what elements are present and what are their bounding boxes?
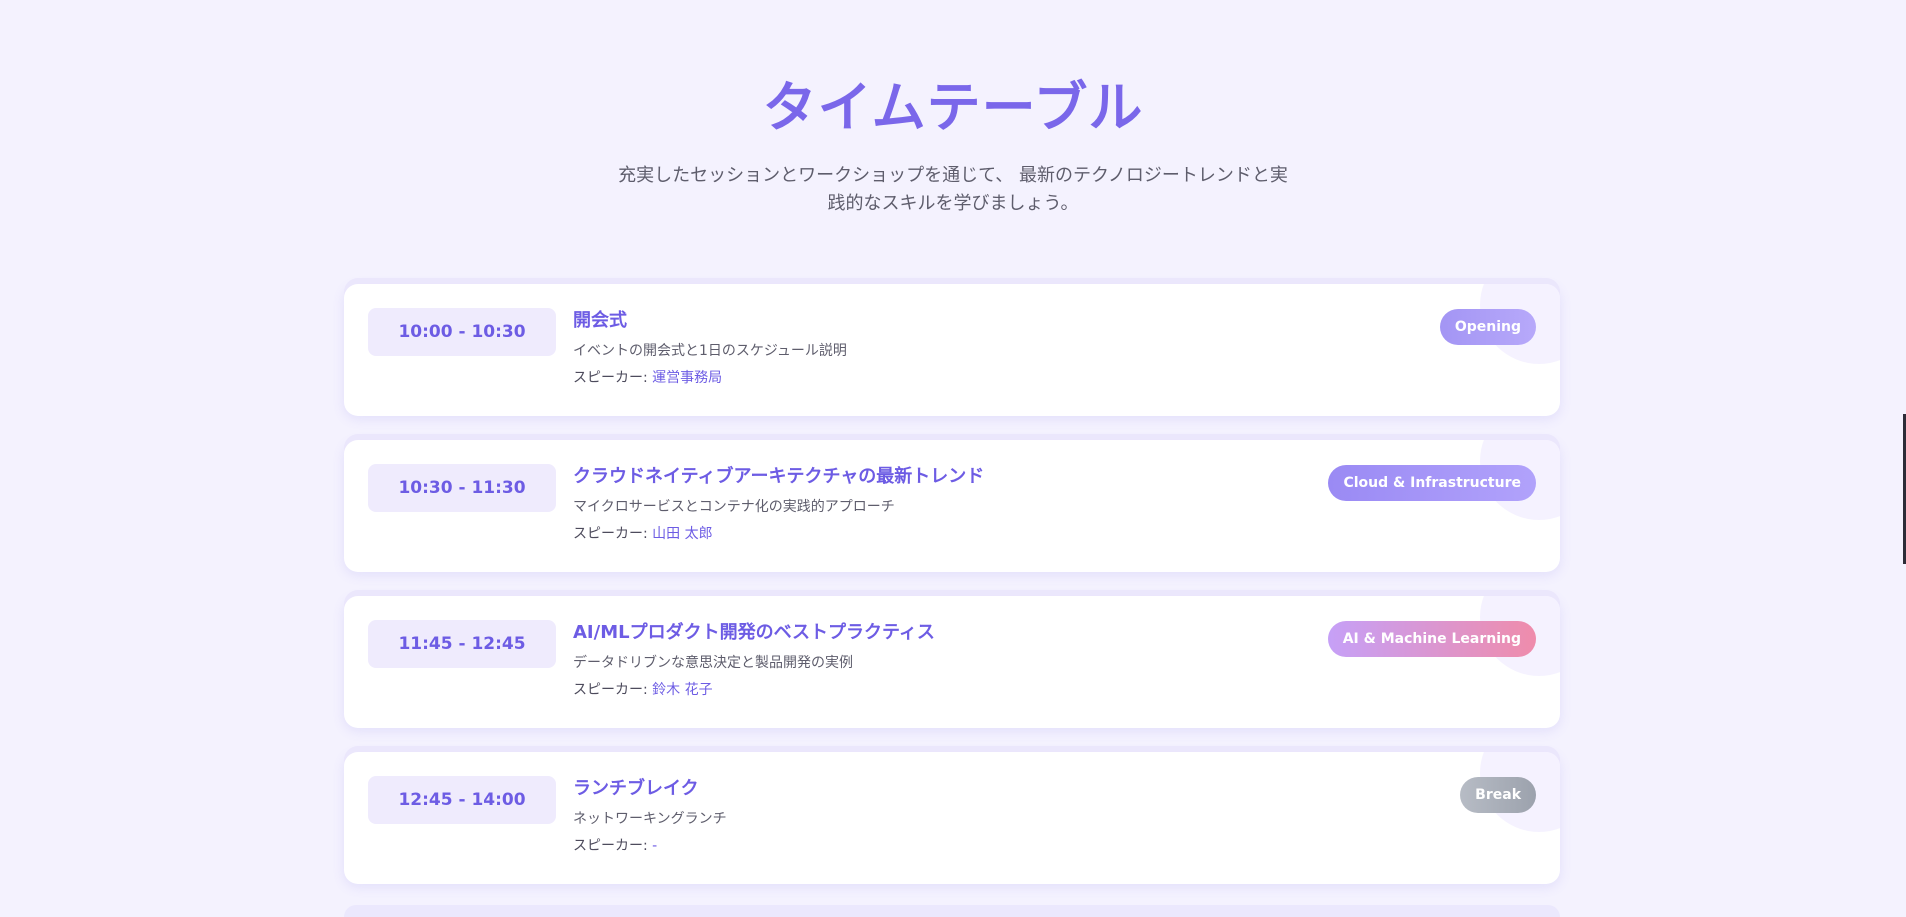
session-card-ai[interactable]: 11:45 - 12:45 AI/MLプロダクト開発のベストプラクティス データ… [344,596,1560,728]
session-title: ランチブレイク [573,778,699,799]
speaker-label: スピーカー: [573,838,653,854]
session-time: 10:30 - 11:30 [368,464,556,512]
session-description: イベントの開会式と1日のスケジュール説明 [573,343,847,359]
speaker-label: スピーカー: [573,370,653,386]
session-content: ランチブレイク ネットワーキングランチ スピーカー: - [573,775,1373,856]
session-content: クラウドネイティブアーキテクチャの最新トレンド マイクロサービスとコンテナ化の実… [573,463,1373,544]
schedule-list: 10:00 - 10:30 開会式 イベントの開会式と1日のスケジュール説明 ス… [344,284,1560,908]
session-card-cloud[interactable]: 10:30 - 11:30 クラウドネイティブアーキテクチャの最新トレンド マイ… [344,440,1560,572]
speaker-line: スピーカー: 鈴木 花子 [573,680,1373,700]
speaker-name: 運営事務局 [652,370,723,386]
session-time: 11:45 - 12:45 [368,620,556,668]
speaker-line: スピーカー: - [573,836,1373,856]
session-card-lunch[interactable]: 12:45 - 14:00 ランチブレイク ネットワーキングランチ スピーカー:… [344,752,1560,884]
subtitle-line-1: 充実したセッションとワークショップを通じて、 最新のテクノロジートレンドと実 [618,165,1288,186]
session-title: クラウドネイティブアーキテクチャの最新トレンド [573,466,985,487]
session-description: データドリブンな意思決定と製品開発の実例 [573,655,853,671]
session-description: マイクロサービスとコンテナ化の実践的アプローチ [573,499,895,515]
session-time: 10:00 - 10:30 [368,308,556,356]
category-badge: Opening [1439,309,1536,345]
speaker-line: スピーカー: 運営事務局 [573,368,1373,388]
speaker-name: 山田 太郎 [652,526,713,542]
category-badge: AI & Machine Learning [1327,621,1536,657]
page-title: タイムテーブル [762,76,1144,139]
session-card-opening[interactable]: 10:00 - 10:30 開会式 イベントの開会式と1日のスケジュール説明 ス… [344,284,1560,416]
session-title: AI/MLプロダクト開発のベストプラクティス [573,622,935,643]
category-badge: Cloud & Infrastructure [1328,465,1536,501]
page-subtitle: 充実したセッションとワークショップを通じて、 最新のテクノロジートレンドと実 践… [608,162,1298,218]
speaker-label: スピーカー: [573,526,653,542]
session-content: 開会式 イベントの開会式と1日のスケジュール説明 スピーカー: 運営事務局 [573,307,1373,388]
next-session-card-partial [344,905,1560,917]
speaker-name: - [652,838,658,854]
session-time: 12:45 - 14:00 [368,776,556,824]
session-title: 開会式 [573,310,627,331]
category-badge: Break [1460,777,1536,813]
speaker-label: スピーカー: [573,682,653,698]
speaker-line: スピーカー: 山田 太郎 [573,524,1373,544]
session-description: ネットワーキングランチ [573,811,727,827]
subtitle-line-2: 践的なスキルを学びましょう。 [827,193,1079,214]
speaker-name: 鈴木 花子 [652,682,713,698]
session-content: AI/MLプロダクト開発のベストプラクティス データドリブンな意思決定と製品開発… [573,619,1373,700]
timetable-page: タイムテーブル 充実したセッションとワークショップを通じて、 最新のテクノロジー… [0,0,1906,917]
